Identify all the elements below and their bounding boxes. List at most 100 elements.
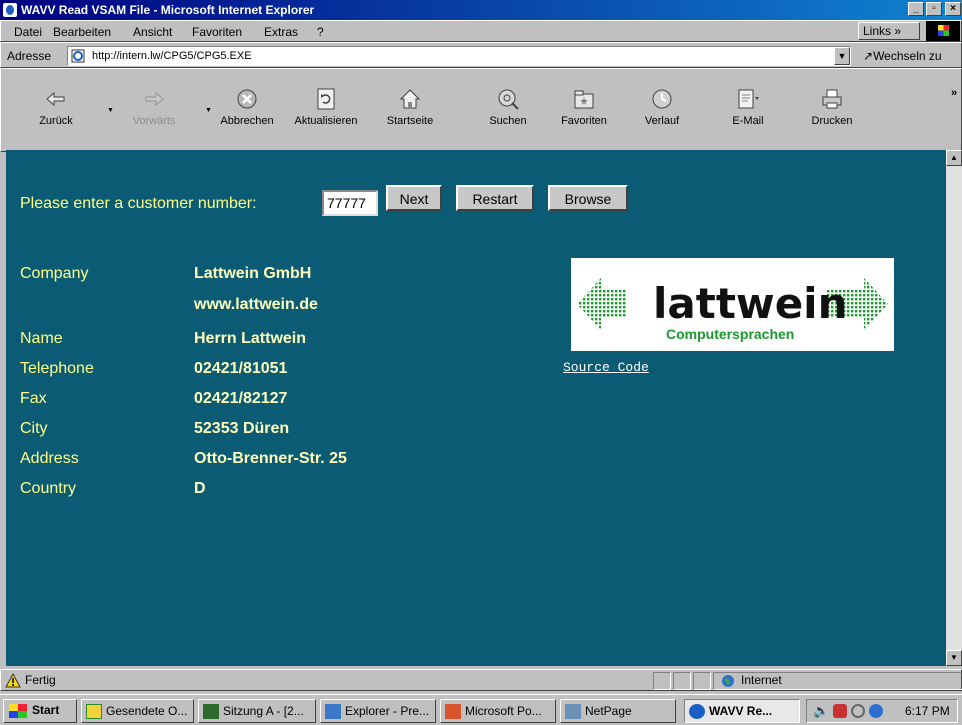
mail-button[interactable]: E-Mail xyxy=(713,83,783,143)
outlook-icon xyxy=(86,704,102,719)
menu-favoriten[interactable]: Favoriten xyxy=(192,25,242,39)
task-label: NetPage xyxy=(585,704,632,718)
customer-number-input[interactable] xyxy=(322,190,378,216)
next-button[interactable]: Next xyxy=(386,185,442,211)
links-button[interactable]: Links » xyxy=(858,22,920,40)
menu-extras[interactable]: Extras xyxy=(264,25,298,39)
scroll-up-icon[interactable]: ▲ xyxy=(946,150,962,166)
start-button[interactable]: Start xyxy=(3,699,77,723)
scroll-down-icon[interactable]: ▼ xyxy=(946,650,962,666)
address-dropdown-icon[interactable]: ▼ xyxy=(834,47,850,65)
country-value: D xyxy=(194,480,206,497)
zone-text: Internet xyxy=(741,673,782,687)
menu-ansicht[interactable]: Ansicht xyxy=(133,25,172,39)
taskbar-item-powerpoint[interactable]: Microsoft Po... xyxy=(440,699,556,723)
back-button[interactable]: Zurück xyxy=(21,83,91,143)
ie-page-icon xyxy=(3,3,17,17)
messenger-icon[interactable] xyxy=(869,704,883,718)
forward-label: Vorwärts xyxy=(132,115,176,127)
status-segment xyxy=(673,672,691,690)
start-label: Start xyxy=(32,703,60,717)
go-label: Wechseln zu xyxy=(873,49,942,63)
company-logo: lattwein Computersprachen xyxy=(571,258,894,351)
taskbar-item-netpage[interactable]: NetPage xyxy=(560,699,676,723)
search-button[interactable]: Suchen xyxy=(473,83,543,143)
vertical-scrollbar[interactable]: ▲ ▼ xyxy=(946,150,962,666)
title-bar[interactable]: WAVV Read VSAM File - Microsoft Internet… xyxy=(0,0,962,20)
go-arrow-icon: ↗ xyxy=(863,49,874,63)
status-segment xyxy=(693,672,711,690)
clock: 6:17 PM xyxy=(905,704,950,718)
terminal-icon xyxy=(203,704,219,719)
favorites-folder-icon xyxy=(574,90,594,109)
stop-label: Abbrechen xyxy=(220,115,274,127)
forward-dropdown-icon[interactable]: ▼ xyxy=(205,107,212,114)
address-field[interactable]: http://intern.lw/CPG5/CPG5.EXE ▼ xyxy=(67,46,851,66)
status-segment xyxy=(653,672,671,690)
source-code-link[interactable]: Source Code xyxy=(563,360,649,375)
name-label: Name xyxy=(20,330,63,347)
refresh-label: Aktualisieren xyxy=(294,115,358,127)
company-value: Lattwein GmbH xyxy=(194,265,312,282)
taskbar-item-wavv[interactable]: WAVV Re... xyxy=(684,699,800,723)
lattwein-logo-graphic: lattwein Computersprachen xyxy=(577,278,888,342)
left-arrow-dots-icon xyxy=(577,278,627,330)
antivirus-icon[interactable] xyxy=(833,704,847,718)
address-bar: Adresse http://intern.lw/CPG5/CPG5.EXE ▼… xyxy=(0,42,962,68)
history-label: Verlauf xyxy=(644,115,680,127)
page-done-icon xyxy=(5,673,21,688)
windows-logo-icon xyxy=(9,704,27,718)
taskbar-item-explorer[interactable]: Explorer - Pre... xyxy=(320,699,436,723)
back-arrow-icon xyxy=(46,91,65,107)
refresh-icon xyxy=(317,88,335,110)
restart-button[interactable]: Restart xyxy=(456,185,534,211)
close-button[interactable]: × xyxy=(945,2,961,16)
network-icon[interactable] xyxy=(851,704,865,718)
mail-label: E-Mail xyxy=(732,115,764,127)
print-label: Drucken xyxy=(811,115,853,127)
address-value: Otto-Brenner-Str. 25 xyxy=(194,450,347,467)
menu-help[interactable]: ? xyxy=(317,25,324,39)
status-text: Fertig xyxy=(25,673,56,687)
system-tray: 🔈 6:17 PM xyxy=(806,699,958,723)
go-button[interactable]: ↗Wechseln zu xyxy=(863,49,942,63)
stop-button[interactable]: Abbrechen xyxy=(212,83,282,143)
maximize-button[interactable]: ▫ xyxy=(926,2,942,16)
fax-label: Fax xyxy=(20,390,47,407)
history-icon xyxy=(652,89,672,109)
volume-icon[interactable]: 🔈 xyxy=(813,703,829,719)
toolbar-overflow-chevron[interactable]: » xyxy=(951,87,957,99)
back-dropdown-icon[interactable]: ▼ xyxy=(107,107,114,114)
print-button[interactable]: Drucken xyxy=(797,83,867,143)
taskbar-item-session[interactable]: Sitzung A - [2... xyxy=(198,699,316,723)
window-title: WAVV Read VSAM File - Microsoft Internet… xyxy=(21,3,315,17)
back-label: Zurück xyxy=(39,115,73,127)
menu-datei[interactable]: Datei xyxy=(14,25,42,39)
telephone-value: 02421/81051 xyxy=(194,360,288,377)
explorer-icon xyxy=(325,704,341,719)
refresh-button[interactable]: Aktualisieren xyxy=(291,83,361,143)
home-button[interactable]: Startseite xyxy=(375,83,445,143)
task-label: Microsoft Po... xyxy=(465,704,542,718)
fax-value: 02421/82127 xyxy=(194,390,288,407)
city-label: City xyxy=(20,420,48,437)
name-value: Herrn Lattwein xyxy=(194,330,307,347)
ie-throbber-logo xyxy=(926,21,960,41)
taskbar-item-outbox[interactable]: Gesendete O... xyxy=(81,699,194,723)
browse-button[interactable]: Browse xyxy=(548,185,628,211)
standard-toolbar: Zurück ▼ Vorwärts ▼ Abbrechen Aktualisie… xyxy=(0,68,962,152)
favorites-button[interactable]: Favoriten xyxy=(549,83,619,143)
internet-globe-icon xyxy=(722,675,734,687)
city-value: 52353 Düren xyxy=(194,420,290,437)
telephone-label: Telephone xyxy=(20,360,94,377)
forward-button[interactable]: Vorwärts xyxy=(119,83,189,143)
history-button[interactable]: Verlauf xyxy=(627,83,697,143)
home-label: Startseite xyxy=(386,115,434,127)
country-label: Country xyxy=(20,480,77,497)
url-text: http://intern.lw/CPG5/CPG5.EXE xyxy=(92,50,252,62)
minimize-button[interactable]: _ xyxy=(908,2,924,16)
task-label: WAVV Re... xyxy=(709,704,773,718)
menu-bearbeiten[interactable]: Bearbeiten xyxy=(53,25,111,39)
address-label: Adresse xyxy=(7,49,52,63)
search-label: Suchen xyxy=(489,115,527,127)
